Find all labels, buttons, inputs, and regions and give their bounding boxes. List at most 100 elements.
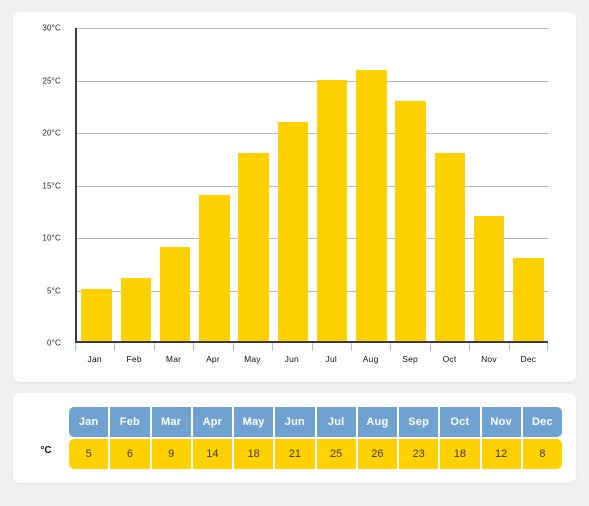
table-header-row: Jan Feb Mar Apr May Jun Jul Aug Sep Oct Nov Dec xyxy=(69,407,562,437)
x-axis-tick-label: Jan xyxy=(87,354,102,364)
bar-slot xyxy=(234,28,273,341)
x-axis-slot: Jun xyxy=(272,343,311,373)
x-axis-slot: Sep xyxy=(390,343,429,373)
y-axis-tick-label: 10°C xyxy=(42,233,61,243)
y-axis-tick-label: 20°C xyxy=(42,128,61,138)
x-axis-tick-label: Aug xyxy=(362,354,379,364)
y-axis-tick-label: 25°C xyxy=(42,76,61,85)
table-header-cell[interactable]: Nov xyxy=(481,407,523,437)
x-axis-tick-label: Dec xyxy=(520,354,537,364)
x-axis-slot: Dec xyxy=(508,343,549,373)
bar[interactable] xyxy=(395,101,426,341)
x-axis-labels: Jan Feb Mar Apr May Jun Jul Aug Sep Oct Nov Dec xyxy=(75,343,549,373)
x-axis-tick-label: Sep xyxy=(402,354,418,364)
x-axis-tick-label: Mar xyxy=(165,354,182,364)
x-axis-tick xyxy=(390,343,392,351)
data-table: Jan Feb Mar Apr May Jun Jul Aug Sep Oct Nov Dec 569… xyxy=(69,407,562,469)
bar[interactable] xyxy=(473,215,505,341)
x-axis-tick-label: Jun xyxy=(284,354,299,364)
bar[interactable] xyxy=(81,288,112,341)
bar-slot xyxy=(77,28,116,341)
bar[interactable] xyxy=(434,153,466,341)
table-value-cell: 18 xyxy=(440,439,482,469)
x-axis-tick xyxy=(232,343,234,351)
x-axis-slot: Jan xyxy=(75,343,114,373)
x-axis-tick xyxy=(193,343,195,351)
x-axis-slot: Aug xyxy=(350,343,390,373)
x-axis-tick xyxy=(153,343,155,351)
x-axis-tick xyxy=(547,343,549,351)
table-header-cell[interactable]: Dec xyxy=(522,407,562,437)
table-value-cell: 5 xyxy=(69,439,111,469)
table-value-cell: 6 xyxy=(110,439,152,469)
bar-slot xyxy=(273,28,312,341)
table-row-label: °C xyxy=(40,444,52,456)
y-axis-tick-label: 0°C xyxy=(46,338,61,348)
bar-slot xyxy=(391,28,430,341)
table-header-cell[interactable]: Apr xyxy=(192,407,234,437)
bar-slot xyxy=(116,28,155,341)
bar[interactable] xyxy=(277,121,309,341)
bar[interactable] xyxy=(199,194,230,341)
table-value-cell: 26 xyxy=(357,439,399,469)
x-axis-tick xyxy=(469,343,471,351)
table-header-cell[interactable]: Jul xyxy=(316,407,358,437)
table-value-cell: 21 xyxy=(275,439,317,469)
bar[interactable] xyxy=(316,80,348,341)
x-axis-slot: Nov xyxy=(469,343,508,373)
bar-slot xyxy=(313,28,352,341)
table-header-cell[interactable]: Mar xyxy=(151,407,193,437)
bar[interactable] xyxy=(238,153,269,341)
x-axis-tick xyxy=(311,343,313,351)
y-axis-tick-label: 5°C xyxy=(46,286,61,295)
x-axis-slot: Jul xyxy=(311,343,351,373)
table-value-row: 5 6 9 14 18 21 25 26 23 18 12 8 xyxy=(69,439,562,469)
bar-slot xyxy=(509,28,548,341)
bar-slot xyxy=(156,28,195,341)
bar-slot xyxy=(470,28,509,341)
table-value-cell: 25 xyxy=(316,439,358,469)
table-header-cell[interactable]: Sep xyxy=(399,407,441,437)
table-header-cell[interactable]: Jun xyxy=(275,407,317,437)
bar-slot xyxy=(430,28,469,341)
x-axis-tick-label: Oct xyxy=(442,354,457,364)
table-value-cell: 18 xyxy=(234,439,276,469)
table-value-cell: 8 xyxy=(522,439,562,469)
table-header-cell[interactable]: May xyxy=(234,407,276,437)
x-axis-tick xyxy=(75,343,76,351)
table-value-cell: 12 xyxy=(481,439,523,469)
x-axis-tick-label: Nov xyxy=(481,354,497,364)
x-axis-tick-label: Jul xyxy=(325,354,337,364)
x-axis-tick xyxy=(114,343,116,351)
y-axis-tick-label: 30°C xyxy=(42,23,61,33)
bar[interactable] xyxy=(356,69,387,341)
table-header-cell[interactable]: Oct xyxy=(440,407,482,437)
page-root: 0°C 5°C 10°C 15°C 20°C 25°C 30°C Jan Feb Mar Apr M… xyxy=(0,0,589,506)
bar-slot xyxy=(195,28,234,341)
bar-chart: 0°C 5°C 10°C 15°C 20°C 25°C 30°C Jan Feb Mar Apr M… xyxy=(21,24,562,374)
bar[interactable] xyxy=(513,257,544,341)
table-header-cell[interactable]: Feb xyxy=(110,407,152,437)
chart-card: 0°C 5°C 10°C 15°C 20°C 25°C 30°C Jan Feb Mar Apr M… xyxy=(13,12,576,382)
bar[interactable] xyxy=(120,278,152,341)
x-axis-tick xyxy=(429,343,431,351)
table-header-cell[interactable]: Aug xyxy=(357,407,399,437)
x-axis-tick xyxy=(350,343,352,351)
bar-slot xyxy=(352,28,391,341)
x-axis-slot: Mar xyxy=(153,343,193,373)
x-axis-slot: May xyxy=(232,343,272,373)
x-axis-slot: Oct xyxy=(429,343,469,373)
y-axis-tick-label: 15°C xyxy=(42,181,61,190)
x-axis-slot: Feb xyxy=(114,343,153,373)
x-axis-tick xyxy=(508,343,510,351)
x-axis-tick-label: May xyxy=(244,354,261,364)
y-axis-labels: 0°C 5°C 10°C 15°C 20°C 25°C 30°C xyxy=(21,24,65,348)
table-value-cell: 9 xyxy=(151,439,193,469)
data-table-card: °C Jan Feb Mar Apr May Jun Jul Aug Sep Oct Nov Dec … xyxy=(13,393,576,483)
plot-area xyxy=(75,28,548,343)
bar[interactable] xyxy=(159,247,191,341)
x-axis-tick-label: Feb xyxy=(126,354,142,364)
x-axis-slot: Apr xyxy=(193,343,232,373)
table-value-cell: 23 xyxy=(399,439,441,469)
table-header-cell[interactable]: Jan xyxy=(69,407,111,437)
